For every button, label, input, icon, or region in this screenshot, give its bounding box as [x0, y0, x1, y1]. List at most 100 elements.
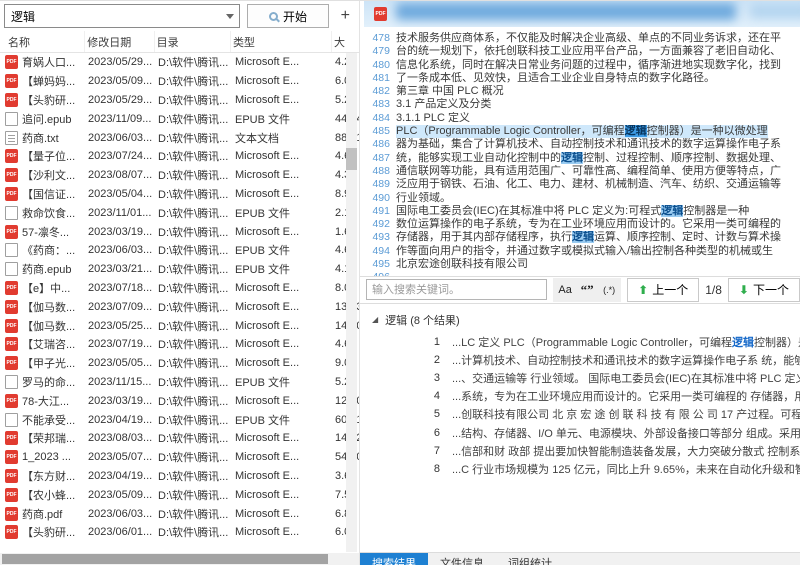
file-row[interactable]: 【蝉妈妈... 2023/05/09... D:\软件\腾讯... Micros… — [0, 72, 359, 91]
file-name: 【蝉妈妈... — [22, 73, 86, 89]
file-date: 2023/06/01... — [86, 526, 156, 538]
match-case-button[interactable]: Aa — [555, 280, 575, 300]
tab-file-info[interactable]: 文件信息 — [428, 553, 496, 565]
line-text-pre: PLC（Programmable Logic Controller，可编程 — [396, 125, 625, 137]
line-text-pre: 信息化系统，同时在解决日常业务问题的过程中，循序渐进地实现数字化，找到 — [396, 59, 781, 71]
column-header-type[interactable]: 类型 — [231, 31, 332, 52]
file-type: Microsoft E... — [233, 94, 335, 106]
next-match-button[interactable]: ⬇ 下一个 — [728, 278, 800, 302]
result-item[interactable]: 4 ...系统，专为在工业环境应用而设计的。它采用一类可编程的 存储器，用于其内… — [360, 387, 800, 405]
file-name: 【农小蜂... — [22, 487, 86, 503]
result-snippet: ...结构、存储器、I/O 单元、电源模块、外部设备接口等部分 组成。采用了可编… — [452, 425, 800, 441]
file-row[interactable]: 罗马的命... 2023/11/15... D:\软件\腾讯... EPUB 文… — [0, 373, 359, 392]
file-row[interactable]: 【荣邦瑞... 2023/08/03... D:\软件\腾讯... Micros… — [0, 429, 359, 448]
column-header-name[interactable]: 名称 — [0, 31, 85, 52]
horizontal-scrollbar-thumb[interactable] — [2, 554, 328, 564]
file-row[interactable]: 【量子位... 2023/07/24... D:\软件\腾讯... Micros… — [0, 147, 359, 166]
file-row[interactable]: 【伽马数... 2023/05/25... D:\软件\腾讯... Micros… — [0, 316, 359, 335]
search-combobox[interactable] — [4, 4, 240, 28]
pdf-file-icon — [374, 7, 387, 21]
line-number: 489 — [366, 178, 390, 191]
file-name: 罗马的命... — [22, 374, 86, 390]
file-date: 2023/07/19... — [86, 338, 156, 350]
result-item[interactable]: 8 ...C 行业市场规模为 125 亿元，同比上升 9.65%，未来在自动化升… — [360, 460, 800, 478]
result-snippet-pre: ...系统，专为在工业环境应用而设计的。它采用一类可编程的 存储器，用于其内部.… — [452, 391, 800, 403]
file-row[interactable]: 救命饮食... 2023/11/01... D:\软件\腾讯... EPUB 文… — [0, 203, 359, 222]
file-date: 2023/11/09... — [86, 113, 156, 125]
result-item[interactable]: 2 ...计算机技术、自动控制技术和通讯技术的数字运算操作电子系 统，能够实现工… — [360, 351, 800, 369]
file-row[interactable]: 【艾瑞咨... 2023/07/19... D:\软件\腾讯... Micros… — [0, 335, 359, 354]
result-item[interactable]: 3 ...、交通运输等 行业领域。 国际电工委员会(IEC)在其标准中将 PLC… — [360, 369, 800, 387]
add-tab-button[interactable]: + — [336, 5, 355, 27]
vertical-scrollbar[interactable] — [346, 53, 357, 552]
search-input[interactable] — [5, 9, 221, 23]
result-item[interactable]: 5 ...创联科技有限公司 北 京 宏 途 创 联 科 技 有 限 公 司 17… — [360, 405, 800, 423]
column-header-dir[interactable]: 目录 — [155, 31, 231, 52]
file-row[interactable]: 【沙利文... 2023/08/07... D:\软件\腾讯... Micros… — [0, 166, 359, 185]
file-row[interactable]: 追问.epub 2023/11/09... D:\软件\腾讯... EPUB 文… — [0, 109, 359, 128]
tab-phrase-stats[interactable]: 词组统计 — [496, 553, 564, 565]
line-text-post: 运算、顺序控制、定时、计数与算术操 — [594, 231, 781, 243]
tab-search-results[interactable]: 搜索结果 — [360, 553, 428, 565]
file-type: Microsoft E... — [233, 357, 335, 369]
file-row[interactable]: 【头豹研... 2023/05/29... D:\软件\腾讯... Micros… — [0, 91, 359, 110]
document-tab[interactable] — [364, 1, 800, 27]
file-row[interactable]: 《药商：... 2023/06/03... D:\软件\腾讯... EPUB 文… — [0, 241, 359, 260]
file-row[interactable]: 【甲子光... 2023/05/05... D:\软件\腾讯... Micros… — [0, 354, 359, 373]
file-row[interactable]: 【东方财... 2023/04/19... D:\软件\腾讯... Micros… — [0, 467, 359, 486]
file-directory: D:\软件\腾讯... — [156, 430, 233, 446]
horizontal-scrollbar[interactable] — [0, 553, 359, 565]
file-row[interactable]: 57-凛冬... 2023/03/19... D:\软件\腾讯... Micro… — [0, 222, 359, 241]
file-type: EPUB 文件 — [233, 412, 335, 428]
file-row[interactable]: 1_2023 ... 2023/05/07... D:\软件\腾讯... Mic… — [0, 448, 359, 467]
line-number: 492 — [366, 218, 390, 231]
file-row[interactable]: 【头豹研... 2023/06/01... D:\软件\腾讯... Micros… — [0, 523, 359, 542]
line-text-pre: 台的统一规划下，依托创联科技工业应用平台产品，一方面兼容了老旧自动化、 — [396, 45, 781, 57]
file-directory: D:\软件\腾讯... — [156, 336, 233, 352]
combobox-dropdown-arrow[interactable] — [221, 14, 239, 19]
find-keyword-input[interactable] — [366, 279, 547, 300]
start-search-button[interactable]: 开始 — [247, 4, 328, 28]
file-row[interactable]: 不能承受... 2023/04/19... D:\软件\腾讯... EPUB 文… — [0, 410, 359, 429]
file-row[interactable]: 【农小蜂... 2023/05/09... D:\软件\腾讯... Micros… — [0, 485, 359, 504]
previous-match-button[interactable]: ⬆ 上一个 — [627, 278, 699, 302]
file-row[interactable]: 【伽马数... 2023/07/09... D:\软件\腾讯... Micros… — [0, 297, 359, 316]
document-preview[interactable]: 478 技术服务供应商体系，不仅能及时解决企业高级、单点的不同业务诉求，还在平 … — [360, 27, 800, 276]
results-group-header[interactable]: ◢ 逻辑 (8 个结果) — [360, 309, 800, 333]
line-text-pre: 存储器，用于其内部存储程序，执行 — [396, 231, 572, 243]
line-text-pre: 技术服务供应商体系，不仅能及时解决企业高级、单点的不同业务诉求，还在平 — [396, 32, 781, 44]
file-row[interactable]: 药商.txt 2023/06/03... D:\软件\腾讯... 文本文档 88… — [0, 128, 359, 147]
file-date: 2023/05/09... — [86, 75, 156, 87]
line-number: 478 — [366, 32, 390, 45]
result-snippet-post: 控制器）是一种以... — [754, 337, 800, 349]
file-name: 【沙利文... — [22, 167, 86, 183]
column-header-size[interactable]: 大 — [332, 31, 359, 52]
vertical-scrollbar-thumb[interactable] — [346, 148, 357, 170]
file-name: 【荣邦瑞... — [22, 430, 86, 446]
line-text: 数位运算操作的电子系统，专为在工业环境应用而设计的。它采用一类可编程的 — [396, 218, 781, 231]
line-text-post: 控制、过程控制、顺序控制、数据处理、 — [583, 152, 781, 164]
file-row[interactable]: 78-大江... 2023/03/19... D:\软件\腾讯... Micro… — [0, 391, 359, 410]
regex-button[interactable]: (.*) — [599, 280, 619, 300]
result-item[interactable]: 1 ...LC 定义 PLC（Programmable Logic Contro… — [360, 333, 800, 351]
file-row[interactable]: 育娲人口... 2023/05/29... D:\软件\腾讯... Micros… — [0, 53, 359, 72]
file-type-icon — [5, 337, 18, 351]
file-row[interactable]: 药商.epub 2023/03/21... D:\软件\腾讯... EPUB 文… — [0, 260, 359, 279]
down-arrow-icon: ⬇ — [739, 283, 749, 297]
result-item[interactable]: 7 ...信部和财 政部 提出要加快智能制造装备发展，大力突破分散式 控制系统（… — [360, 442, 800, 460]
line-number: 482 — [366, 85, 390, 98]
file-type-icon — [5, 206, 18, 220]
file-row[interactable]: 【国信证... 2023/05/04... D:\软件\腾讯... Micros… — [0, 185, 359, 204]
file-rows: 育娲人口... 2023/05/29... D:\软件\腾讯... Micros… — [0, 53, 359, 553]
column-header-date[interactable]: 修改日期 — [85, 31, 154, 52]
file-row[interactable]: 药商.pdf 2023/06/03... D:\软件\腾讯... Microso… — [0, 504, 359, 523]
file-directory: D:\软件\腾讯... — [156, 318, 233, 334]
whole-word-button[interactable]: “” — [577, 280, 597, 300]
file-type: EPUB 文件 — [233, 261, 335, 277]
file-row[interactable]: 【e】中... 2023/07/18... D:\软件\腾讯... Micros… — [0, 279, 359, 298]
result-item[interactable]: 6 ...结构、存储器、I/O 单元、电源模块、外部设备接口等部分 组成。采用了… — [360, 423, 800, 441]
file-type: Microsoft E... — [233, 489, 335, 501]
file-name: 《药商：... — [22, 242, 86, 258]
preview-line: 495 北京宏途创联科技有限公司 — [366, 258, 800, 271]
file-date: 2023/05/05... — [86, 357, 156, 369]
